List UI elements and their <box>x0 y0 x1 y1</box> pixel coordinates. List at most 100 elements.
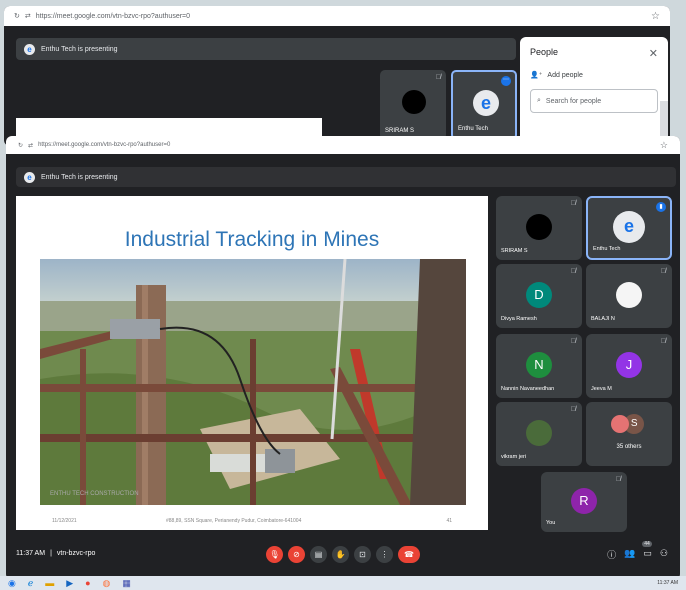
participant-tile-balaji[interactable]: 🎙̸ BALAJI N <box>586 264 672 328</box>
mic-off-icon: 🎙̸ <box>615 476 621 483</box>
more-options-button[interactable]: ⋮ <box>376 546 393 563</box>
site-info-icon[interactable]: ⇄ <box>28 142 33 149</box>
reload-icon[interactable]: ↻ <box>14 12 20 20</box>
meeting-divider: | <box>50 550 52 557</box>
front-presenting-bar: e Enthu Tech is presenting <box>16 167 676 187</box>
back-presenting-bar: e Enthu Tech is presenting <box>16 38 516 60</box>
people-panel: People ✕ 👤⁺ Add people ⌕ Search for peop… <box>520 37 668 141</box>
add-person-icon: 👤⁺ <box>530 72 543 79</box>
site-info-icon[interactable]: ⇄ <box>25 12 31 20</box>
file-explorer-icon[interactable]: ▬ <box>45 578 54 588</box>
avatar <box>611 414 630 433</box>
reload-icon[interactable]: ↻ <box>18 142 23 149</box>
app-icon[interactable]: ▦ <box>122 578 131 589</box>
mic-off-icon: 🎙̸ <box>660 338 666 345</box>
people-button[interactable]: 👥 44 <box>624 541 652 561</box>
meeting-time: 11:37 AM <box>16 550 46 557</box>
mic-off-icon: 🎙̸ <box>570 268 576 275</box>
scrollbar[interactable] <box>660 101 668 139</box>
back-presenting-text: Enthu Tech is presenting <box>41 45 118 53</box>
bookmark-star-icon[interactable]: ☆ <box>660 140 668 151</box>
slide-title: Industrial Tracking in Mines <box>124 228 380 251</box>
meeting-code[interactable]: vtn-bzvc-rpo <box>57 550 96 557</box>
participant-tile-jeeva[interactable]: 🎙̸ J Jeeva M <box>586 334 672 398</box>
people-count-badge: 44 <box>642 541 652 547</box>
participant-tile-you[interactable]: 🎙̸ R You <box>541 472 627 532</box>
participant-name: Jeeva M <box>591 386 612 392</box>
meeting-info: 11:37 AM | vtn-bzvc-rpo <box>16 550 95 557</box>
close-icon[interactable]: ✕ <box>649 47 658 60</box>
participant-tile-others[interactable]: S 35 others <box>586 402 672 466</box>
avatar: N <box>526 351 552 378</box>
back-address-bar[interactable]: ↻ ⇄ https://meet.google.com/vtn-bzvc-rpo… <box>4 6 670 26</box>
presenter-logo-icon: e <box>24 43 35 55</box>
front-meet-window: ↻ ⇄ https://meet.google.com/vtn-bzvc-rpo… <box>6 136 680 580</box>
back-url[interactable]: https://meet.google.com/vtn-bzvc-rpo?aut… <box>36 13 190 20</box>
start-icon[interactable]: ◉ <box>8 578 16 589</box>
bookmark-star-icon[interactable]: ☆ <box>651 11 660 22</box>
chat-icon[interactable]: ▭ <box>643 548 652 561</box>
participant-tile-vikram[interactable]: 🎙̸ vikram jeri <box>496 402 582 466</box>
avatar <box>526 213 552 240</box>
presentation-slide: Industrial Tracking in Mines ENTHU TECH … <box>16 196 488 530</box>
raise-hand-button[interactable]: ✋ <box>332 546 349 563</box>
captions-button[interactable]: ▤ <box>310 546 327 563</box>
add-people-button[interactable]: 👤⁺ Add people <box>530 71 658 80</box>
activities-icon[interactable]: ⚇ <box>660 548 668 561</box>
participant-name: vikram jeri <box>501 454 527 460</box>
participant-name: Divya Ramesh <box>501 316 537 322</box>
search-placeholder: Search for people <box>545 97 602 105</box>
people-search-input[interactable]: ⌕ Search for people <box>530 89 658 113</box>
system-tray: 11:37 AM <box>657 580 678 586</box>
leave-call-button[interactable]: ☎ <box>398 546 420 563</box>
media-player-icon[interactable]: ▶ <box>66 578 73 589</box>
info-icon[interactable]: ⓘ <box>607 548 616 561</box>
tile-name: SRIRAM S <box>385 128 415 134</box>
front-url[interactable]: https://meet.google.com/vtn-bzvc-rpo?aut… <box>38 142 170 148</box>
avatar: J <box>616 351 642 378</box>
participant-name: You <box>546 520 556 526</box>
mic-toggle-button[interactable]: 🎙 <box>266 546 283 563</box>
add-people-label: Add people <box>547 71 583 79</box>
slide-footer-date: 11/12/2021 <box>52 518 77 524</box>
participant-tile-divya[interactable]: 🎙̸ D Divya Ramesh <box>496 264 582 328</box>
presenter-logo-icon: e <box>24 171 35 183</box>
front-address-bar[interactable]: ↻ ⇄ https://meet.google.com/vtn-bzvc-rpo… <box>6 136 680 154</box>
mic-off-icon: 🎙̸ <box>570 338 576 345</box>
avatar: e <box>613 210 645 243</box>
participant-name: BALAJI N <box>591 316 615 322</box>
firefox-icon[interactable]: ◍ <box>103 578 111 589</box>
side-controls: ⓘ 👥 44 ▭ ⚇ <box>607 541 668 561</box>
avatar <box>526 419 552 446</box>
front-presenting-text: Enthu Tech is presenting <box>41 173 118 181</box>
back-tile-sriram[interactable]: 🎙̸ SRIRAM S <box>380 70 446 140</box>
mic-off-icon: 🎙̸ <box>435 74 441 81</box>
tile-name: Enthu Tech <box>458 126 488 132</box>
edge-icon[interactable]: ℯ <box>28 578 33 589</box>
camera-toggle-button[interactable]: ⊘ <box>288 546 305 563</box>
photo-caption: ENTHU TECH CONSTRUCTION <box>50 491 139 497</box>
avatar <box>616 281 642 308</box>
slide-footer-address: #88,89, SSN Square, Perianendy Pudur, Co… <box>166 518 302 524</box>
present-button[interactable]: ⊡ <box>354 546 371 563</box>
mic-off-icon: 🎙̸ <box>570 406 576 413</box>
tray-clock[interactable]: 11:37 AM <box>657 580 678 586</box>
mic-off-icon: 🎙̸ <box>570 200 576 207</box>
search-icon: ⌕ <box>537 97 541 104</box>
others-count: 35 others <box>616 444 642 450</box>
participant-tile-sriram[interactable]: 🎙̸ SRIRAM S <box>496 196 582 260</box>
call-controls: 🎙 ⊘ ▤ ✋ ⊡ ⋮ ☎ <box>266 546 420 563</box>
mic-off-icon: 🎙̸ <box>660 268 666 275</box>
windows-taskbar: ◉ ℯ ▬ ▶ ● ◍ ▦ 11:37 AM <box>0 576 686 590</box>
speaking-indicator-icon: ▮ <box>656 202 666 212</box>
more-options-icon[interactable]: ⋯ <box>501 76 511 86</box>
participant-tile-nannin[interactable]: 🎙̸ N Nannin Navaneedhan <box>496 334 582 398</box>
people-title: People <box>530 47 559 57</box>
mine-photo-illustration <box>40 259 466 505</box>
chrome-icon[interactable]: ● <box>85 578 90 588</box>
participant-name: Nannin Navaneedhan <box>501 386 555 392</box>
back-tile-enthu[interactable]: ⋯ e Enthu Tech <box>451 70 517 140</box>
enthu-logo-icon: e <box>473 90 499 116</box>
slide-page-number: 41 <box>446 518 452 524</box>
participant-tile-enthu[interactable]: ▮ e Enthu Tech <box>586 196 672 260</box>
